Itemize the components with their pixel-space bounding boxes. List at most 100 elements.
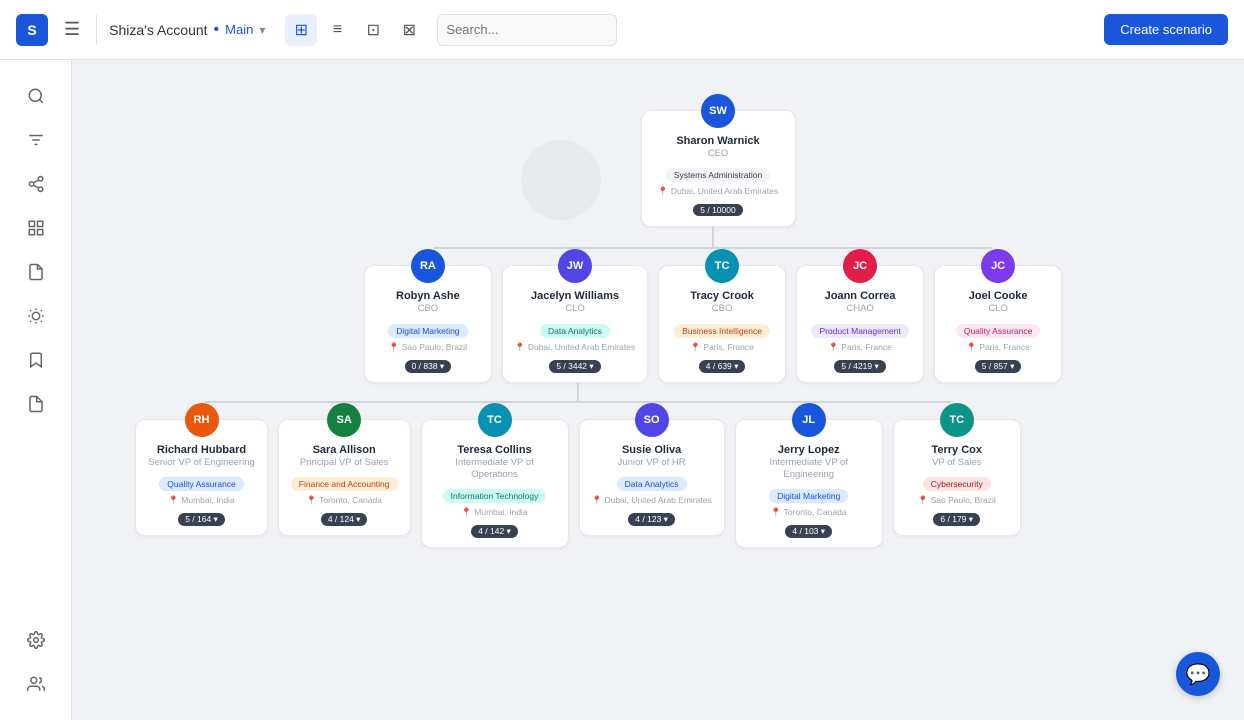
sidebar-item-filter[interactable] (16, 120, 56, 160)
ceo-card[interactable]: SW Sharon Warnick CEO Systems Administra… (641, 110, 796, 227)
level2-row: RH Richard Hubbard Senior VP of Engineer… (135, 401, 1020, 549)
account-selector[interactable]: Shiza's Account • Main ▾ (109, 21, 265, 39)
level1-section: RA Robyn Ashe CBO Digital Marketing 📍 Sa… (364, 247, 1062, 382)
ceo-title: CEO (654, 148, 783, 160)
l2-avatar-1: SA (327, 403, 361, 437)
l2-node-0-wrapper: RH Richard Hubbard Senior VP of Engineer… (135, 403, 268, 536)
l2-loc-1: 📍 Toronto, Canada (291, 495, 398, 506)
account-dot: • (214, 21, 220, 39)
chart-view-button[interactable]: ⊠ (393, 14, 425, 46)
l2-card-0[interactable]: RH Richard Hubbard Senior VP of Engineer… (135, 419, 268, 536)
l2-count-2: 4 / 142 ▾ (471, 525, 518, 538)
sidebar-item-network[interactable] (16, 164, 56, 204)
l2-node-4-wrapper: JL Jerry Lopez Intermediate VP of Engine… (735, 403, 883, 549)
l2-count-4: 4 / 103 ▾ (785, 525, 832, 538)
l2-badge-5: Cybersecurity (923, 477, 991, 491)
l1-badge-1: Data Analytics (540, 324, 610, 338)
chat-button[interactable]: 💬 (1176, 652, 1220, 696)
list-view-button[interactable]: ≡ (321, 14, 353, 46)
sidebar-item-search[interactable] (16, 76, 56, 116)
l2-avatar-4: JL (792, 403, 826, 437)
l1-card-0[interactable]: RA Robyn Ashe CBO Digital Marketing 📍 Sa… (364, 265, 492, 382)
l2-count-5: 6 / 179 ▾ (933, 513, 980, 526)
l1-avatar-2: TC (705, 249, 739, 283)
sidebar-item-document[interactable] (16, 252, 56, 292)
l2-name-3: Susie Oliva (592, 444, 712, 456)
l2-loc-3: 📍 Dubai, United Arab Emirates (592, 495, 712, 506)
l2-role-4: Intermediate VP of Engineering (748, 457, 870, 482)
l1-role-0: CBO (377, 303, 479, 315)
l1-role-4: CLO (947, 303, 1049, 315)
sidebar-item-settings[interactable] (16, 620, 56, 660)
l1-card-4[interactable]: JC Joel Cooke CLO Quality Assurance 📍 Pa… (934, 265, 1062, 382)
l2-badge-0: Quality Assurance (159, 477, 244, 491)
l2-badge-4: Digital Marketing (769, 489, 848, 503)
l1-loc-2: 📍 Paris, France (671, 342, 773, 353)
ceo-node-wrapper[interactable]: SW Sharon Warnick CEO Systems Administra… (641, 110, 796, 227)
hierarchy-view-button[interactable]: ⊞ (285, 14, 317, 46)
l1-card-2[interactable]: TC Tracy Crook CBO Business Intelligence… (658, 265, 786, 382)
l2-card-4[interactable]: JL Jerry Lopez Intermediate VP of Engine… (735, 419, 883, 549)
h-connector-l1 (434, 247, 992, 249)
l2-role-5: VP of Sales (906, 457, 1008, 469)
h-connector-l2 (205, 401, 950, 403)
ceo-connector (712, 227, 714, 247)
l2-node-3-wrapper: SO Susie Oliva Junior VP of HR Data Anal… (579, 403, 725, 536)
sidebar-item-team[interactable] (16, 664, 56, 704)
l2-node-2-wrapper: TC Teresa Collins Intermediate VP of Ope… (421, 403, 569, 549)
l2-loc-2: 📍 Mumbai, India (434, 507, 556, 518)
view-toolbar: ⊞ ≡ ⊡ ⊠ (285, 14, 425, 46)
search-input[interactable] (437, 14, 617, 46)
l2-avatar-3: SO (635, 403, 669, 437)
l2-badge-1: Finance and Accounting (291, 477, 398, 491)
l2-avatar-2: TC (478, 403, 512, 437)
l2-role-3: Junior VP of HR (592, 457, 712, 469)
l1-card-3[interactable]: JC Joann Correa CHAO Product Management … (796, 265, 924, 382)
l2-badge-2: Information Technology (443, 489, 547, 503)
l1-node-0-wrapper: RA Robyn Ashe CBO Digital Marketing 📍 Sa… (364, 249, 492, 382)
l2-card-5[interactable]: TC Terry Cox VP of Sales Cybersecurity 📍… (893, 419, 1021, 536)
l1-role-1: CLO (515, 303, 635, 315)
sidebar-item-structure[interactable] (16, 208, 56, 248)
l2-count-0: 5 / 164 ▾ (178, 513, 225, 526)
ceo-name: Sharon Warnick (654, 135, 783, 147)
l2-name-4: Jerry Lopez (748, 444, 870, 456)
l1-role-2: CBO (671, 303, 773, 315)
sidebar-item-file[interactable] (16, 384, 56, 424)
header-divider (96, 15, 97, 45)
l1-count-2: 4 / 639 ▾ (699, 360, 746, 373)
sidebar-item-bulb[interactable] (16, 296, 56, 336)
l2-card-1[interactable]: SA Sara Allison Principal VP of Sales Fi… (278, 419, 411, 536)
ghost-node-wrapper (521, 140, 601, 220)
l2-role-2: Intermediate VP of Operations (434, 457, 556, 482)
l1-card-1[interactable]: JW Jacelyn Williams CLO Data Analytics 📍… (502, 265, 648, 382)
l2-node-5-wrapper: TC Terry Cox VP of Sales Cybersecurity 📍… (893, 403, 1021, 536)
l2-card-3[interactable]: SO Susie Oliva Junior VP of HR Data Anal… (579, 419, 725, 536)
l1-role-3: CHAO (809, 303, 911, 315)
l1-badge-3: Product Management (811, 324, 908, 338)
l1-name-0: Robyn Ashe (377, 290, 479, 302)
l2-loc-5: 📍 Sao Paulo, Brazil (906, 495, 1008, 506)
ceo-location: 📍 Dubai, United Arab Emirates (654, 186, 783, 197)
l1-badge-4: Quality Assurance (956, 324, 1041, 338)
l1-badge-0: Digital Marketing (388, 324, 467, 338)
l2-card-2[interactable]: TC Teresa Collins Intermediate VP of Ope… (421, 419, 569, 549)
l1-node-1-wrapper: JW Jacelyn Williams CLO Data Analytics 📍… (502, 249, 648, 382)
sidebar-item-bookmark[interactable] (16, 340, 56, 380)
compare-view-button[interactable]: ⊡ (357, 14, 389, 46)
menu-icon[interactable]: ☰ (60, 15, 84, 44)
ghost-node (521, 140, 601, 220)
l2-node-1-wrapper: SA Sara Allison Principal VP of Sales Fi… (278, 403, 411, 536)
level2-section: RH Richard Hubbard Senior VP of Engineer… (135, 401, 1020, 549)
create-scenario-button[interactable]: Create scenario (1104, 14, 1228, 45)
l2-name-1: Sara Allison (291, 444, 398, 456)
l2-role-0: Senior VP of Engineering (148, 457, 255, 469)
l1-avatar-4: JC (981, 249, 1015, 283)
ceo-count: 5 / 10000 (693, 204, 742, 216)
l2-count-1: 4 / 124 ▾ (321, 513, 368, 526)
app-logo: S (16, 14, 48, 46)
l1-loc-0: 📍 Sao Paulo, Brazil (377, 342, 479, 353)
l2-count-3: 4 / 123 ▾ (628, 513, 675, 526)
l1-avatar-3: JC (843, 249, 877, 283)
l1-badge-2: Business Intelligence (674, 324, 770, 338)
